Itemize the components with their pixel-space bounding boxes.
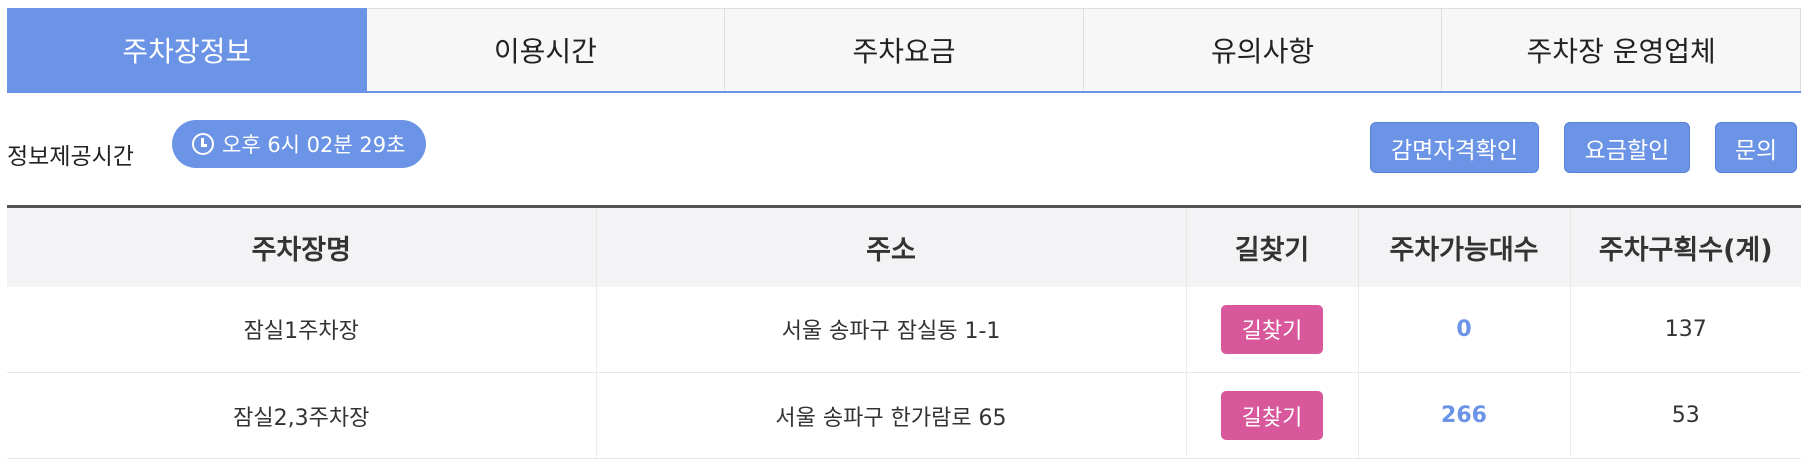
inquiry-button[interactable]: 문의 (1715, 122, 1797, 173)
cell-address: 서울 송파구 한가람로 65 (596, 372, 1187, 459)
tab-bar: 주차장정보 이용시간 주차요금 유의사항 주차장 운영업체 (7, 8, 1801, 93)
info-time-label: 정보제공시간 (7, 144, 134, 170)
cell-parking-name: 잠실2,3주차장 (7, 372, 597, 459)
exemption-check-button[interactable]: 감면자격확인 (1370, 122, 1539, 173)
header-total-spaces: 주차구획수(계) (1570, 206, 1801, 287)
table-row: 잠실1주차장 서울 송파구 잠실동 1-1 길찾기 0 137 (7, 286, 1801, 373)
cell-available: 266 (1358, 372, 1571, 459)
tab-parking-fees[interactable]: 주차요금 (725, 8, 1084, 91)
tab-operator[interactable]: 주차장 운영업체 (1442, 8, 1801, 91)
header-available: 주차가능대수 (1358, 206, 1571, 287)
info-time-value: 오후 6시 02분 29초 (222, 133, 406, 157)
tab-notices[interactable]: 유의사항 (1083, 8, 1443, 91)
cell-directions: 길찾기 (1186, 286, 1359, 373)
cell-directions: 길찾기 (1186, 372, 1359, 459)
header-directions: 길찾기 (1186, 206, 1359, 287)
clock-icon (192, 133, 214, 155)
tab-usage-hours[interactable]: 이용시간 (366, 8, 726, 91)
directions-button[interactable]: 길찾기 (1221, 391, 1323, 440)
cell-available: 0 (1358, 286, 1571, 373)
table-row: 잠실2,3주차장 서울 송파구 한가람로 65 길찾기 266 53 (7, 372, 1801, 459)
cell-address: 서울 송파구 잠실동 1-1 (596, 286, 1187, 373)
fee-discount-button[interactable]: 요금할인 (1564, 122, 1690, 173)
parking-info-panel: 주차장정보 이용시간 주차요금 유의사항 주차장 운영업체 정보제공시간 오후 … (7, 8, 1801, 459)
directions-button[interactable]: 길찾기 (1221, 304, 1323, 354)
cell-total-spaces: 53 (1570, 372, 1801, 459)
table-header-row: 주차장명 주소 길찾기 주차가능대수 주차구획수(계) (7, 206, 1801, 287)
cell-parking-name: 잠실1주차장 (7, 286, 597, 373)
tab-parking-info[interactable]: 주차장정보 (7, 8, 367, 91)
cell-total-spaces: 137 (1570, 286, 1801, 373)
parking-table: 주차장명 주소 길찾기 주차가능대수 주차구획수(계) 잠실1주차장 서울 송파… (7, 205, 1801, 459)
header-address: 주소 (596, 206, 1187, 287)
header-parking-name: 주차장명 (7, 206, 597, 287)
info-time-badge: 오후 6시 02분 29초 (172, 120, 426, 168)
info-bar: 정보제공시간 오후 6시 02분 29초 감면자격확인 요금할인 문의 (7, 93, 1801, 205)
